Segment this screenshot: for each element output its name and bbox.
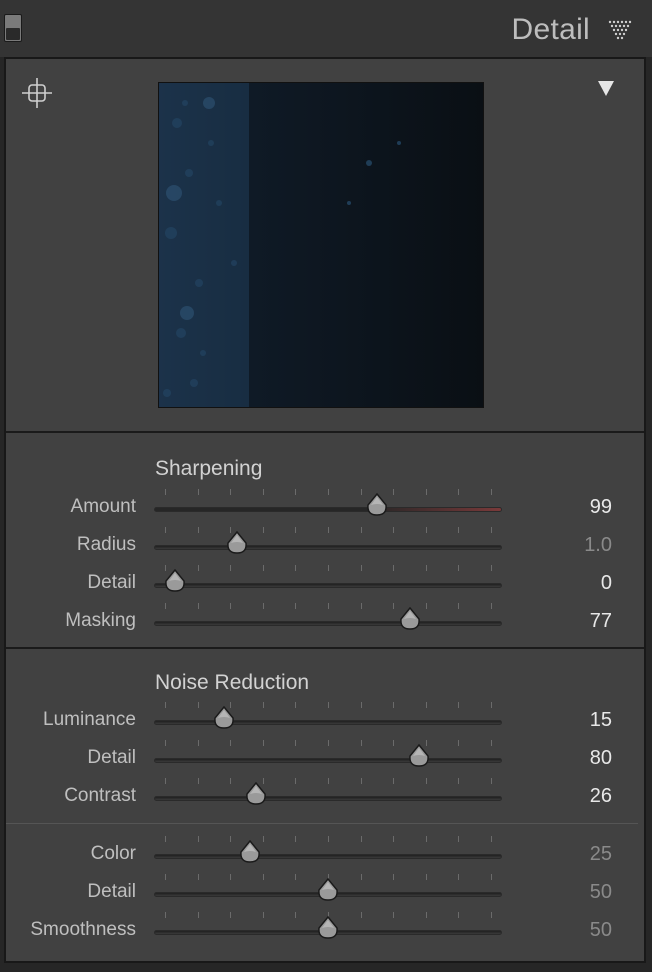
slider-thumb[interactable] bbox=[164, 568, 186, 593]
slider-track[interactable] bbox=[154, 583, 502, 588]
slider-ticks bbox=[165, 527, 492, 534]
noise-luminance-detail-value[interactable]: 80 bbox=[542, 747, 612, 770]
panel-title: Detail bbox=[511, 13, 590, 46]
noise-luminance-luminance-slider[interactable] bbox=[153, 702, 503, 731]
panel-header[interactable]: Detail bbox=[0, 0, 652, 57]
sharpening-detail-value[interactable]: 0 bbox=[542, 572, 612, 595]
collapse-triangle-icon[interactable] bbox=[608, 20, 632, 40]
slider-track[interactable] bbox=[154, 854, 502, 859]
noise-color-smoothness-slider[interactable] bbox=[153, 912, 503, 941]
noise-color-detail-label: Detail bbox=[87, 881, 136, 902]
noise-color-color-slider[interactable] bbox=[153, 836, 503, 865]
noise-luminance-detail-label: Detail bbox=[87, 747, 136, 768]
noise-luminance-contrast-slider[interactable] bbox=[153, 778, 503, 807]
noise-color-smoothness-value[interactable]: 50 bbox=[542, 919, 612, 942]
noise-color-color-value[interactable]: 25 bbox=[542, 843, 612, 866]
slider-ticks bbox=[165, 740, 492, 747]
sharpening-detail-slider[interactable] bbox=[153, 565, 503, 594]
slider-track[interactable] bbox=[154, 621, 502, 626]
sharpening-masking-label: Masking bbox=[65, 610, 136, 631]
noise-luminance-luminance-label: Luminance bbox=[43, 709, 136, 730]
noise-color-smoothness-label: Smoothness bbox=[30, 919, 136, 940]
slider-thumb[interactable] bbox=[317, 877, 339, 902]
section-divider bbox=[6, 647, 644, 649]
slider-thumb[interactable] bbox=[317, 915, 339, 940]
noise-color-color-label: Color bbox=[90, 843, 136, 864]
noise-reduction-title: Noise Reduction bbox=[155, 671, 310, 694]
noise-luminance-detail-slider[interactable] bbox=[153, 740, 503, 769]
slider-thumb[interactable] bbox=[245, 781, 267, 806]
target-crosshair-icon[interactable] bbox=[20, 76, 54, 110]
slider-track[interactable] bbox=[154, 758, 502, 763]
slider-thumb[interactable] bbox=[226, 530, 248, 555]
sharpening-title: Sharpening bbox=[155, 457, 263, 480]
sharpening-radius-value[interactable]: 1.0 bbox=[542, 534, 612, 557]
noise-luminance-contrast-value[interactable]: 26 bbox=[542, 785, 612, 808]
slider-track[interactable] bbox=[154, 507, 502, 512]
sharpening-amount-label: Amount bbox=[70, 496, 136, 517]
slider-thumb[interactable] bbox=[408, 743, 430, 768]
preview-dropdown-icon[interactable] bbox=[596, 78, 616, 98]
slider-track[interactable] bbox=[154, 720, 502, 725]
slider-track[interactable] bbox=[154, 545, 502, 550]
slider-thumb[interactable] bbox=[213, 705, 235, 730]
noise-color-detail-value[interactable]: 50 bbox=[542, 881, 612, 904]
panel-enable-toggle[interactable] bbox=[4, 14, 22, 42]
slider-ticks bbox=[165, 778, 492, 785]
subsection-divider bbox=[6, 823, 638, 824]
sharpening-masking-value[interactable]: 77 bbox=[542, 610, 612, 633]
slider-ticks bbox=[165, 603, 492, 610]
sharpening-detail-label: Detail bbox=[87, 572, 136, 593]
sharpening-amount-slider[interactable] bbox=[153, 489, 503, 518]
section-divider bbox=[6, 431, 644, 433]
noise-luminance-luminance-value[interactable]: 15 bbox=[542, 709, 612, 732]
slider-ticks bbox=[165, 489, 492, 496]
slider-thumb[interactable] bbox=[239, 839, 261, 864]
noise-color-detail-slider[interactable] bbox=[153, 874, 503, 903]
slider-thumb[interactable] bbox=[399, 606, 421, 631]
noise-luminance-contrast-label: Contrast bbox=[64, 785, 136, 806]
slider-thumb[interactable] bbox=[366, 492, 388, 517]
sharpening-radius-label: Radius bbox=[76, 534, 136, 555]
detail-preview-image[interactable] bbox=[158, 82, 484, 408]
slider-track[interactable] bbox=[154, 796, 502, 801]
sharpening-masking-slider[interactable] bbox=[153, 603, 503, 632]
slider-ticks bbox=[165, 836, 492, 843]
sharpening-amount-value[interactable]: 99 bbox=[542, 496, 612, 519]
slider-ticks bbox=[165, 565, 492, 572]
sharpening-radius-slider[interactable] bbox=[153, 527, 503, 556]
